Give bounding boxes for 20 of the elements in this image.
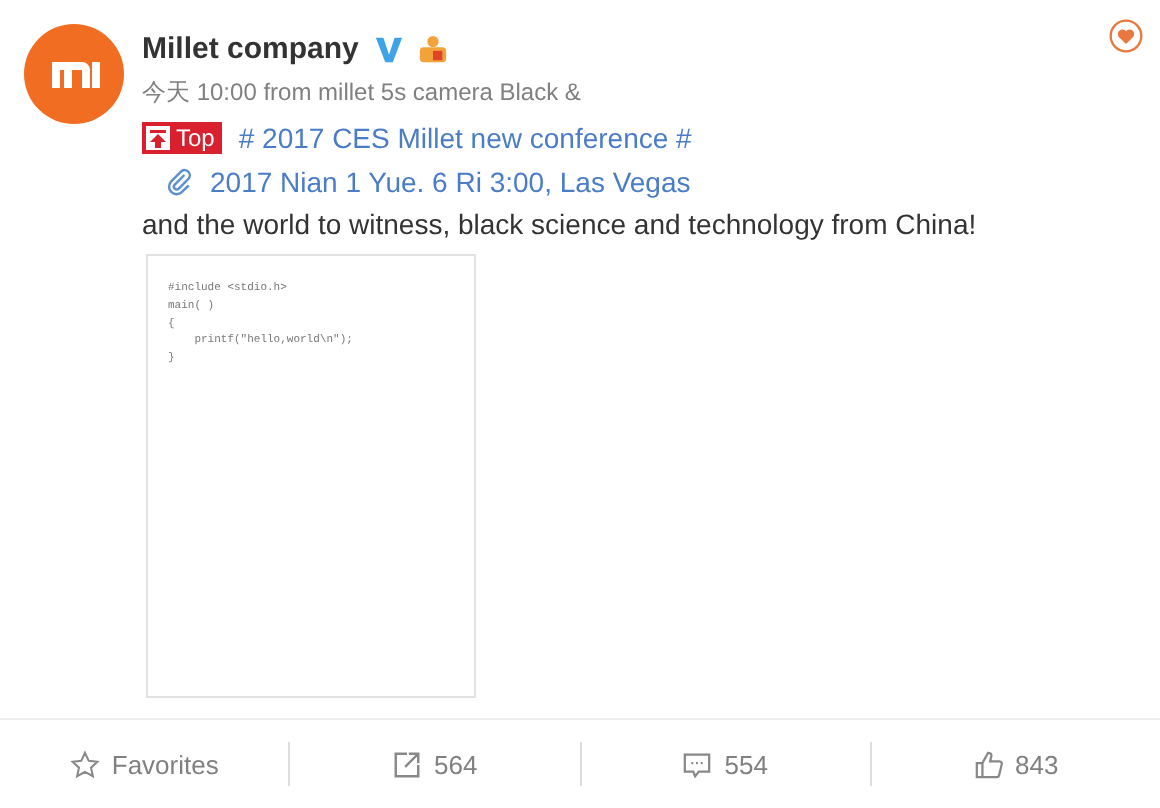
avatar-logo[interactable] (24, 24, 124, 124)
top-badge: Top (142, 122, 223, 154)
pin-icon (146, 126, 170, 150)
verified-icon (374, 34, 405, 64)
comment-button[interactable]: 554 (674, 745, 776, 783)
post-text: and the world to witness, black science and technology from China! (142, 208, 977, 240)
share-icon (392, 749, 423, 779)
post-source: from millet 5s camera Black & (263, 78, 581, 106)
paperclip-icon (166, 168, 194, 196)
repost-button[interactable]: 564 (384, 745, 486, 783)
favorite-button[interactable]: Favorites (61, 745, 227, 783)
event-link[interactable]: 2017 Nian 1 Yue. 6 Ri 3:00, Las Vegas (210, 166, 691, 198)
comment-icon (682, 749, 713, 779)
post-time: 今天 10:00 (142, 78, 257, 106)
badge-icon (416, 34, 451, 64)
author-name[interactable]: Millet company (142, 32, 359, 66)
thumbs-up-icon (973, 749, 1004, 779)
topic-link[interactable]: # 2017 CES Millet new conference # (238, 122, 692, 154)
star-icon (69, 749, 100, 779)
like-button[interactable]: 843 (965, 745, 1067, 783)
